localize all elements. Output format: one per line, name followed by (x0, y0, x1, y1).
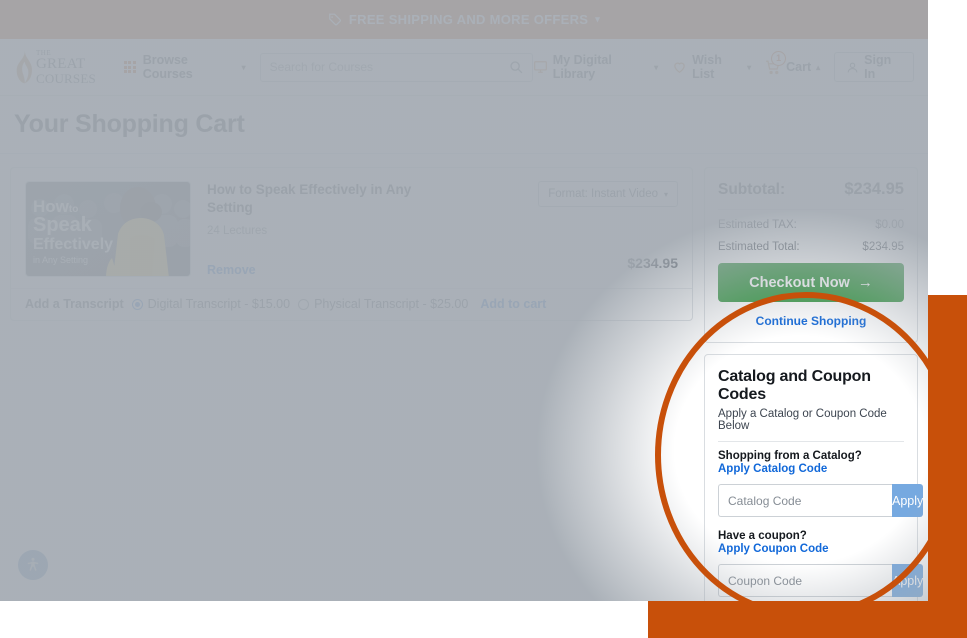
subtotal-row: Subtotal: $234.95 (718, 180, 904, 199)
grid-icon (124, 61, 136, 73)
user-icon (846, 61, 859, 74)
subtotal-value: $234.95 (844, 180, 904, 199)
divider (718, 441, 904, 442)
catalog-question: Shopping from a Catalog? (718, 450, 904, 462)
catalog-code-input[interactable] (718, 484, 892, 517)
cart-items-column: Howto Speak Effectively in Any Setting H… (10, 167, 693, 321)
apply-catalog-code-button[interactable]: Apply (892, 484, 923, 517)
annotation-block-right (928, 295, 967, 601)
nav-label: Cart (786, 60, 811, 74)
cart-item-actions: Format: Instant Video ▾ $234.95 (488, 181, 678, 279)
promo-banner[interactable]: FREE SHIPPING AND MORE OFFERS ▾ (0, 0, 928, 39)
chevron-up-icon: ▴ (816, 63, 820, 72)
course-lecture-count: 24 Lectures (207, 225, 472, 237)
thumb-line-2: Speak (33, 215, 113, 236)
coupon-subheading: Apply a Catalog or Coupon Code Below (718, 408, 904, 432)
cart-layout: Howto Speak Effectively in Any Setting H… (0, 154, 928, 601)
promo-text: FREE SHIPPING AND MORE OFFERS (349, 12, 588, 27)
chevron-down-icon: ▾ (664, 190, 668, 199)
cart-count-badge: 1 (771, 51, 786, 66)
checkout-label: Checkout Now (749, 275, 850, 291)
logo-wordmark: THE GREAT COURSES (36, 50, 96, 85)
estimated-total-value: $234.95 (862, 241, 904, 253)
sign-in-button[interactable]: Sign In (834, 52, 914, 82)
apply-coupon-code-button[interactable]: Apply (892, 564, 923, 597)
transcript-option-label: Digital Transcript - $15.00 (148, 297, 290, 311)
header-nav: My Digital Library ▾ Wish List ▾ (533, 52, 914, 82)
nav-cart[interactable]: 1 Cart ▴ (765, 60, 820, 75)
cart-item-row: Howto Speak Effectively in Any Setting H… (25, 181, 678, 279)
chevron-down-icon: ▾ (747, 63, 751, 72)
coupon-code-field-row: Apply (718, 564, 904, 597)
order-summary-column: Subtotal: $234.95 Estimated TAX: $0.00 E… (704, 167, 918, 601)
page-title: Your Shopping Cart (14, 110, 245, 139)
chevron-down-icon: ▾ (595, 14, 600, 25)
page-content: FREE SHIPPING AND MORE OFFERS ▾ THE GREA… (0, 0, 928, 601)
accessibility-widget-button[interactable] (18, 550, 48, 580)
thumbnail-title-overlay: Howto Speak Effectively in Any Setting (33, 198, 113, 266)
arrow-right-icon: → (858, 274, 873, 291)
add-transcript-to-cart-link[interactable]: Add to cart (480, 297, 546, 311)
sign-in-label: Sign In (864, 53, 902, 81)
coupon-question: Have a coupon? (718, 530, 904, 542)
divider (718, 209, 904, 210)
course-thumbnail[interactable]: Howto Speak Effectively in Any Setting (25, 181, 191, 277)
chevron-down-icon: ▾ (654, 63, 658, 72)
item-price: $234.95 (627, 255, 678, 271)
order-summary-card: Subtotal: $234.95 Estimated TAX: $0.00 E… (704, 167, 918, 343)
logo-great: GREAT (36, 57, 96, 72)
apply-catalog-code-link[interactable]: Apply Catalog Code (718, 463, 904, 475)
coupon-heading: Catalog and Coupon Codes (718, 368, 904, 404)
browse-courses-menu[interactable]: Browse Courses ▾ (124, 53, 246, 81)
browse-courses-label: Browse Courses (143, 53, 236, 81)
apply-coupon-code-link[interactable]: Apply Coupon Code (718, 543, 904, 555)
format-dropdown[interactable]: Format: Instant Video ▾ (538, 181, 678, 207)
nav-wish-list[interactable]: Wish List ▾ (672, 53, 751, 81)
format-label: Format: Instant Video (548, 188, 658, 200)
logo-courses: COURSES (36, 72, 96, 85)
monitor-icon (533, 60, 548, 74)
continue-shopping-link[interactable]: Continue Shopping (718, 314, 904, 328)
nav-my-digital-library[interactable]: My Digital Library ▾ (533, 53, 658, 81)
radio-digital-transcript[interactable] (132, 299, 143, 310)
transcript-option-label: Physical Transcript - $25.00 (314, 297, 468, 311)
estimated-total-row: Estimated Total: $234.95 (718, 241, 904, 253)
search-input[interactable] (270, 60, 509, 74)
transcript-option-physical[interactable]: Physical Transcript - $25.00 (298, 297, 468, 311)
coupon-code-input[interactable] (718, 564, 892, 597)
catalog-coupon-card: Catalog and Coupon Codes Apply a Catalog… (704, 354, 918, 601)
nav-label: My Digital Library (553, 53, 649, 81)
subtotal-label: Subtotal: (718, 181, 785, 199)
course-title[interactable]: How to Speak Effectively in Any Setting (207, 181, 437, 217)
cart-item-info: How to Speak Effectively in Any Setting … (207, 181, 472, 279)
site-header: THE GREAT COURSES Browse Courses ▾ (0, 39, 928, 96)
checkout-now-button[interactable]: Checkout Now → (718, 263, 904, 302)
add-transcript-label: Add a Transcript (25, 297, 124, 311)
transcript-option-digital[interactable]: Digital Transcript - $15.00 (132, 297, 290, 311)
add-transcript-row: Add a Transcript Digital Transcript - $1… (11, 288, 692, 320)
screenshot-root: FREE SHIPPING AND MORE OFFERS ▾ THE GREA… (0, 0, 967, 638)
chevron-down-icon: ▾ (242, 63, 246, 72)
heart-icon (672, 60, 687, 74)
page-title-bar: Your Shopping Cart (0, 96, 928, 154)
logo[interactable]: THE GREAT COURSES (14, 49, 106, 85)
accessibility-person-icon (24, 556, 42, 574)
remove-item-link[interactable]: Remove (207, 263, 256, 277)
nav-label: Wish List (692, 53, 742, 81)
thumb-line-4: in Any Setting (33, 254, 113, 267)
thumb-line-3: Effectively (33, 236, 113, 254)
catalog-code-field-row: Apply (718, 484, 904, 517)
annotation-block-bottom (648, 601, 967, 638)
flame-icon (14, 49, 32, 85)
cart-item-card: Howto Speak Effectively in Any Setting H… (10, 167, 693, 321)
tag-icon (328, 13, 342, 27)
search-box[interactable] (260, 53, 533, 82)
estimated-tax-value: $0.00 (875, 219, 904, 231)
radio-physical-transcript[interactable] (298, 299, 309, 310)
estimated-tax-row: Estimated TAX: $0.00 (718, 219, 904, 231)
search-icon[interactable] (509, 60, 523, 74)
estimated-total-label: Estimated Total: (718, 241, 800, 253)
estimated-tax-label: Estimated TAX: (718, 219, 797, 231)
